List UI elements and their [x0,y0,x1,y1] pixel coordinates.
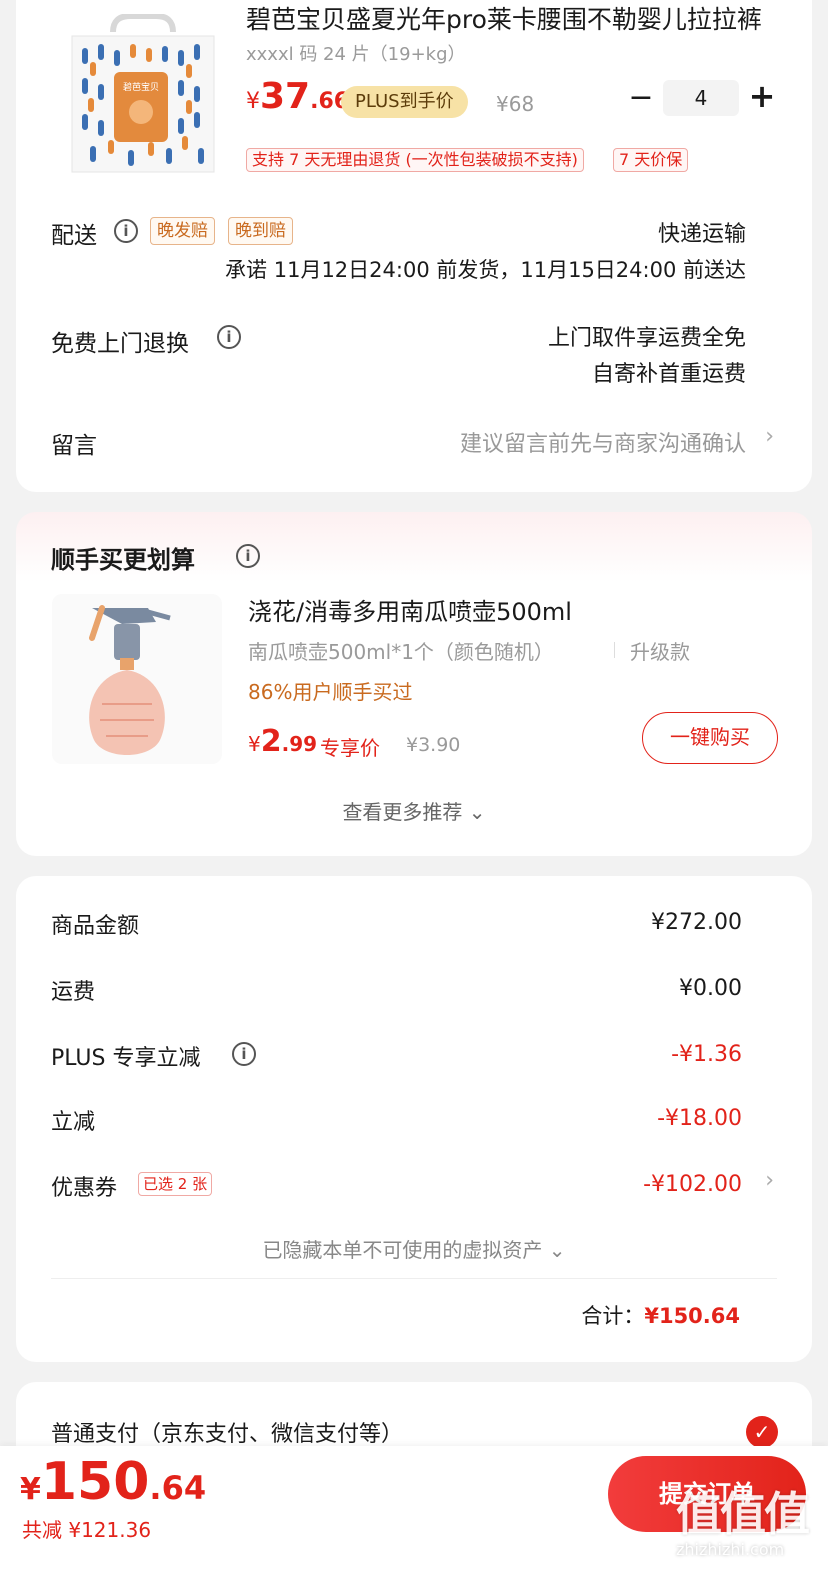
price-symbol: ¥ [20,1472,41,1507]
plus-discount-value: -¥1.36 [671,1042,742,1067]
pay-total-price: ¥150.64 [20,1452,206,1512]
recommend-price: ¥2.99 [248,724,317,759]
total-value: ¥150.64 [644,1304,740,1328]
message-label: 留言 [51,433,97,459]
recommend-original-price: ¥3.90 [406,734,461,756]
quantity-increase-button[interactable]: + [747,78,777,114]
recommend-item-variant[interactable]: 升级款 [630,636,690,665]
price-integer: 37 [260,76,311,117]
more-recommend-link[interactable]: 查看更多推荐 ⌄ [16,796,812,825]
instant-discount-value: -¥18.00 [657,1106,742,1131]
order-total: 合计：¥150.64 [581,1300,740,1330]
one-click-buy-button[interactable]: 一键购买 [642,712,778,764]
recommend-buyers-stat: 86%用户顺手买过 [248,680,413,704]
quantity-decrease-button[interactable]: − [626,80,656,116]
recommend-item-image[interactable] [52,594,222,764]
brand-badge-text: 碧芭宝贝 [123,81,159,93]
coupon-label: 优惠券 [51,1176,118,1201]
recommend-title: 顺手买更划算 [51,546,195,574]
watermark-url: zhizhizhi.com [676,1540,785,1559]
plus-price-tag: PLUS到手价 [341,86,468,118]
info-icon[interactable]: i [217,325,241,349]
plus-discount-label: PLUS 专享立减 [51,1046,201,1071]
product-spec[interactable]: xxxxl 码 24 片（19+kg） [246,40,466,66]
shipping-label: 运费 [51,980,96,1005]
recommend-item-name[interactable]: 浇花/消毒多用南瓜喷壶500ml [248,592,572,627]
price-decimal: .64 [149,1469,207,1507]
delivery-promise: 承诺 11月12日24:00 前发货，11月15日24:00 前送达 [225,258,746,282]
return-pickup-text: 上门取件享运费全免 [547,326,746,351]
coupon-value[interactable]: -¥102.00 [643,1172,742,1197]
return-policy-tag: 支持 7 天无理由退货 (一次性包装破损不支持) [246,148,584,172]
info-icon[interactable]: i [114,219,138,243]
recommend-card: 顺手买更划算 i 浇花/消毒多用南瓜喷壶500ml 南瓜喷壶500ml*1个（颜… [16,512,812,856]
chevron-right-icon[interactable]: › [765,1168,774,1193]
price-protect-tag: 7 天价保 [613,148,689,172]
payment-method-label[interactable]: 普通支付（京东支付、微信支付等） [51,1416,403,1448]
late-arrive-tag: 晚到赔 [228,217,293,245]
product-title[interactable]: 碧芭宝贝盛夏光年pro莱卡腰围不勒婴儿拉拉裤 [246,0,786,36]
price-integer: 150 [40,1452,150,1512]
chevron-right-icon[interactable]: › [765,424,774,449]
price-integer: 2 [260,724,282,759]
quantity-input[interactable]: 4 [663,80,739,116]
price-decimal: .99 [281,732,318,756]
goods-amount-label: 商品金额 [51,914,140,939]
spec-divider [614,642,615,658]
check-icon[interactable]: ✓ [746,1416,778,1448]
shipping-value: ¥0.00 [679,976,742,1001]
total-saved: 共减 ¥121.36 [22,1518,152,1542]
message-input[interactable]: 建议留言前先与商家沟通确认 [460,426,746,458]
return-self-ship-text: 自寄补首重运费 [591,362,746,387]
product-card: 碧芭宝贝 碧芭宝贝盛夏光年pro莱卡腰围不勒婴儿拉拉裤 xxxxl 码 24 片… [16,0,812,492]
delivery-method[interactable]: 快递运输 [658,216,746,248]
delivery-label: 配送 [51,223,97,249]
info-icon[interactable]: i [232,1042,256,1066]
order-summary-card: 商品金额 ¥272.00 运费 ¥0.00 PLUS 专享立减 i -¥1.36… [16,876,812,1362]
total-label: 合计： [581,1304,645,1328]
info-icon[interactable]: i [236,544,260,568]
product-image[interactable]: 碧芭宝贝 [68,14,218,174]
coupon-selected-tag: 已选 2 张 [138,1172,213,1196]
instant-discount-label: 立减 [51,1110,96,1135]
price-symbol: ¥ [248,732,261,756]
divider [51,1278,777,1279]
price-symbol: ¥ [246,89,260,114]
product-price: ¥37.66 [246,76,349,117]
late-ship-tag: 晚发赔 [150,217,215,245]
hidden-assets-toggle[interactable]: 已隐藏本单不可使用的虚拟资产 ⌄ [16,1234,812,1263]
recommend-item-spec[interactable]: 南瓜喷壶500ml*1个（颜色随机） [248,636,554,665]
original-price: ¥68 [496,92,535,116]
watermark-logo: 值值值 [676,1487,810,1541]
free-return-label: 免费上门退换 [51,331,189,357]
exclusive-price-label: 专享价 [320,736,380,760]
goods-amount-value: ¥272.00 [651,910,742,935]
